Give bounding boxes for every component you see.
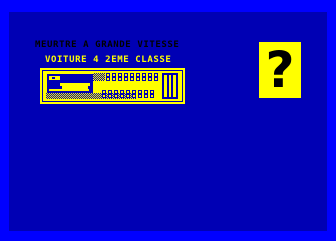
game-title: MEURTRE A GRANDE VITESSE [35, 40, 180, 50]
question-mark-icon[interactable]: ? [259, 42, 301, 98]
train-car-plan-icon[interactable] [40, 68, 185, 104]
location-label: VOITURE 4 2EME CLASSE [45, 55, 172, 65]
game-screen: MEURTRE A GRANDE VITESSE VOITURE 4 2EME … [0, 0, 336, 241]
